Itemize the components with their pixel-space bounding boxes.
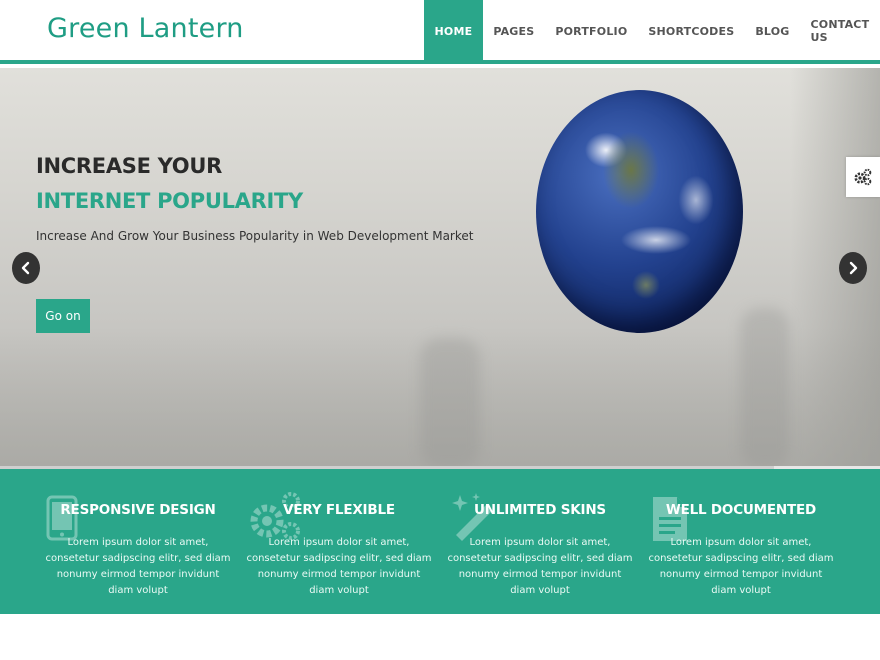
nav-item-pages[interactable]: PAGES (483, 0, 545, 62)
gears-icon (854, 168, 872, 186)
site-logo[interactable]: Green Lantern (47, 13, 244, 44)
hero-background-blur (740, 308, 790, 468)
feature-description: Lorem ipsum dolor sit amet, consetetur s… (45, 537, 231, 596)
feature-title: RESPONSIVE DESIGN (60, 502, 216, 518)
nav-item-blog[interactable]: BLOG (745, 0, 800, 62)
feature-responsive-design: RESPONSIVE DESIGN Lorem ipsum dolor sit … (38, 469, 238, 614)
feature-description: Lorem ipsum dolor sit amet, consetetur s… (648, 537, 834, 596)
features-band: RESPONSIVE DESIGN Lorem ipsum dolor sit … (0, 469, 880, 614)
feature-title: WELL DOCUMENTED (665, 502, 817, 518)
feature-well-documented: WELL DOCUMENTED Lorem ipsum dolor sit am… (641, 469, 841, 614)
nav-item-portfolio[interactable]: PORTFOLIO (545, 0, 638, 62)
nav-item-contact-us[interactable]: CONTACT US (800, 0, 880, 62)
feature-title: VERY FLEXIBLE (283, 502, 395, 518)
feature-unlimited-skins: UNLIMITED SKINS Lorem ipsum dolor sit am… (440, 469, 640, 614)
style-switcher-toggle[interactable] (846, 157, 880, 197)
go-on-button[interactable]: Go on (36, 299, 90, 333)
slider-next-button[interactable] (839, 252, 867, 284)
nav-item-shortcodes[interactable]: SHORTCODES (638, 0, 745, 62)
feature-very-flexible: VERY FLEXIBLE Lorem ipsum dolor sit amet… (239, 469, 439, 614)
hero-headline-line1: INCREASE YOUR (36, 154, 222, 178)
main-nav: HOME PAGES PORTFOLIO SHORTCODES BLOG CON… (424, 0, 880, 62)
chevron-right-icon (849, 261, 858, 275)
feature-description: Lorem ipsum dolor sit amet, consetetur s… (246, 537, 432, 596)
hero-subheading: Increase And Grow Your Business Populari… (36, 229, 474, 243)
feature-title: UNLIMITED SKINS (474, 502, 606, 518)
earth-globe-image (536, 90, 743, 333)
hero-headline-line2: INTERNET POPULARITY (36, 189, 303, 213)
feature-description: Lorem ipsum dolor sit amet, consetetur s… (447, 537, 633, 596)
site-header: Green Lantern HOME PAGES PORTFOLIO SHORT… (0, 0, 880, 64)
hero-background-blur (420, 338, 480, 468)
chevron-left-icon (21, 261, 30, 275)
slider-prev-button[interactable] (12, 252, 40, 284)
hero-slider: INCREASE YOUR INTERNET POPULARITY Increa… (0, 68, 880, 468)
nav-item-home[interactable]: HOME (424, 0, 483, 62)
